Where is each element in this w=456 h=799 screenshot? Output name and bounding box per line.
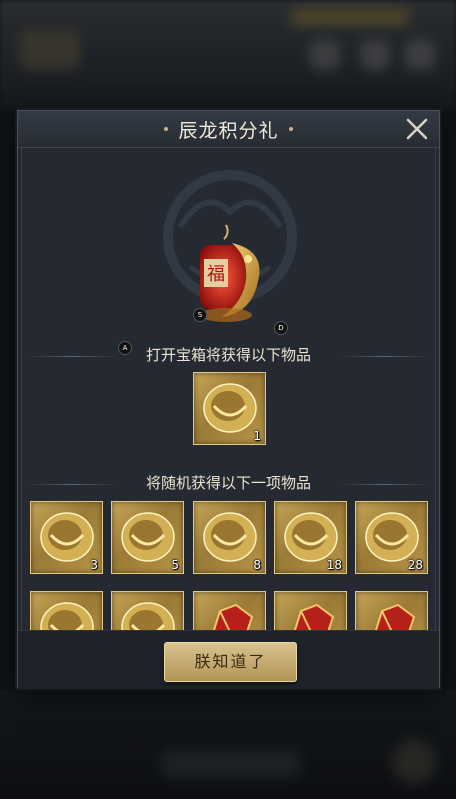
background-blob — [160, 750, 300, 778]
background-blob — [405, 40, 435, 70]
confirm-button[interactable]: 朕知道了 — [164, 642, 297, 682]
gold-coin-icon — [121, 512, 175, 562]
random-item[interactable]: 8 — [193, 501, 266, 574]
title-dot — [288, 127, 293, 131]
guaranteed-label: 打开宝箱将获得以下物品 — [145, 346, 311, 364]
title-bar: 辰龙积分礼 — [18, 111, 439, 148]
chest-area: 福 S D A — [18, 151, 439, 355]
reward-dialog: 辰龙积分礼 福 S D A 打开宝箱将获得以下物品 1 将随机获得以下一项物品 … — [17, 110, 440, 689]
guaranteed-item[interactable]: 1 — [193, 372, 266, 445]
marker-s: S — [193, 308, 207, 322]
lantern-glyph: 福 — [207, 264, 225, 285]
random-item[interactable]: 5 — [111, 501, 184, 574]
random-item[interactable]: 3 — [30, 501, 103, 574]
background-blob — [290, 8, 410, 26]
background-bottom — [0, 690, 456, 799]
gold-coin-icon — [203, 512, 257, 562]
background-blob — [392, 740, 436, 784]
gold-coin-icon — [40, 512, 94, 562]
item-quantity: 8 — [253, 558, 261, 572]
random-item[interactable]: 18 — [274, 501, 347, 574]
dialog-footer: 朕知道了 — [18, 630, 439, 689]
item-quantity: 1 — [253, 429, 261, 443]
dialog-title: 辰龙积分礼 — [178, 119, 279, 142]
background-blob — [20, 30, 80, 70]
random-label: 将随机获得以下一项物品 — [145, 474, 311, 492]
close-icon[interactable] — [403, 115, 431, 143]
background-blob — [310, 40, 340, 70]
marker-d: D — [274, 321, 288, 335]
item-quantity: 3 — [90, 558, 98, 572]
item-quantity: 5 — [171, 558, 179, 572]
item-quantity: 28 — [407, 558, 423, 572]
background-blob — [360, 40, 390, 70]
gold-coin-icon — [203, 383, 257, 433]
item-quantity: 18 — [326, 558, 342, 572]
random-item[interactable]: 28 — [355, 501, 428, 574]
title-dot — [164, 127, 169, 131]
